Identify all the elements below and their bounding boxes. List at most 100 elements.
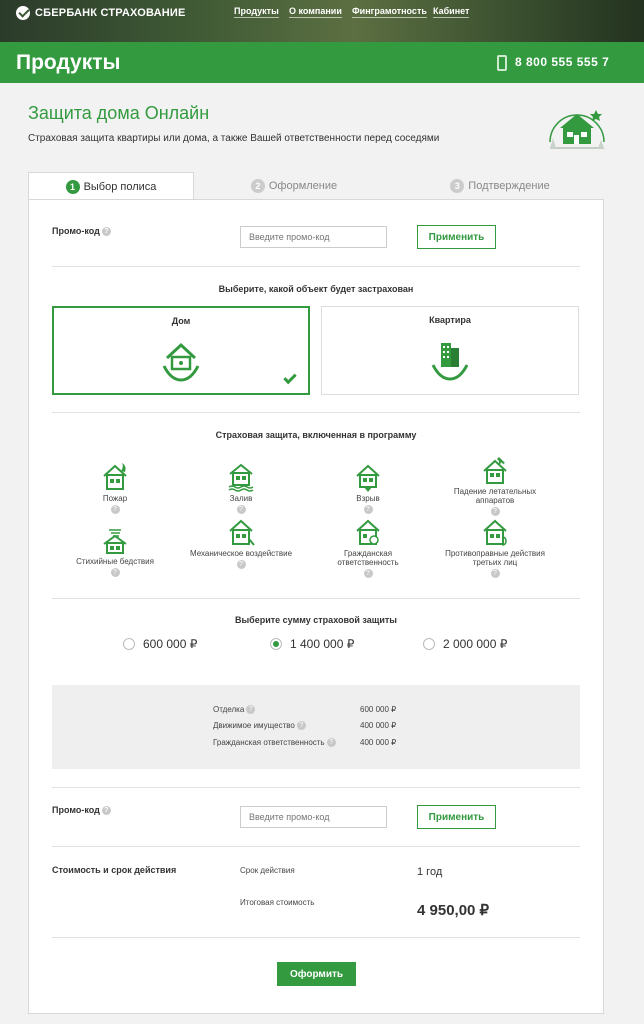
object-option-house[interactable]: Дом <box>52 306 310 395</box>
help-icon[interactable]: ? <box>490 507 500 516</box>
help-icon[interactable]: ? <box>101 806 111 816</box>
breakdown-label-text: Отделка <box>213 705 245 714</box>
risk-label: Противоправные действия третьих лиц <box>445 549 545 567</box>
tab-registration[interactable]: 2 Оформление <box>250 172 338 200</box>
object-option-apartment[interactable]: Квартира <box>321 306 579 395</box>
help-icon[interactable]: ? <box>363 569 373 578</box>
step-number: 3 <box>450 179 465 193</box>
help-icon[interactable]: ? <box>110 568 120 577</box>
product-subtitle: Страховая защита квартиры или дома, а та… <box>28 133 440 144</box>
phone-icon <box>497 55 507 71</box>
sum-option-1400000[interactable]: 1 400 000 ₽ <box>270 637 354 651</box>
radio-button[interactable] <box>423 638 435 650</box>
help-icon[interactable]: ? <box>326 738 336 748</box>
nav-products[interactable]: Продукты <box>234 6 279 18</box>
risk-fire: Пожар ? <box>60 462 170 514</box>
mechanical-house-icon <box>229 519 255 546</box>
help-icon[interactable]: ? <box>110 505 120 514</box>
nav-about[interactable]: О компании <box>289 6 342 18</box>
promo-label: Промо-код? <box>52 226 111 237</box>
fire-house-icon <box>103 463 127 490</box>
explosion-house-icon <box>356 464 380 492</box>
breakdown-value: 600 000 ₽ <box>360 705 397 714</box>
storm-house-icon <box>103 529 127 554</box>
divider <box>52 266 580 267</box>
help-icon[interactable]: ? <box>246 705 256 715</box>
promo-label: Промо-код? <box>52 805 111 816</box>
risk-label: Залив <box>229 494 253 503</box>
risk-natural-disaster: Стихийные бедствия ? <box>60 525 170 577</box>
house-icon <box>162 342 200 382</box>
phone-number[interactable]: 8 800 555 555 7 <box>515 55 609 69</box>
total-label: Итоговая стоимость <box>240 898 315 907</box>
risk-label: Гражданская ответственность <box>337 549 399 567</box>
breakdown-label-text: Движимое имущество <box>213 721 295 730</box>
risk-label: Механическое воздействие <box>189 549 293 558</box>
tab-confirmation[interactable]: 3 Подтверждение <box>448 172 552 200</box>
radio-button[interactable] <box>123 638 135 650</box>
help-icon[interactable]: ? <box>236 505 246 514</box>
flood-house-icon <box>228 463 254 492</box>
object-name: Дом <box>171 316 191 326</box>
aircraft-house-icon <box>483 457 507 484</box>
divider <box>52 937 580 938</box>
risk-label: Падение летательных аппаратов <box>453 487 537 505</box>
sum-option-600000[interactable]: 600 000 ₽ <box>123 637 197 651</box>
risk-illegal-actions: Противоправные действия третьих лиц ? <box>440 517 550 578</box>
coverage-section-title: Страховая защита, включенная в программу <box>215 430 417 440</box>
sum-section-title: Выберите сумму страховой защиты <box>234 615 397 625</box>
apartment-building-icon <box>431 343 469 381</box>
object-section-title: Выберите, какой объект будет застрахован <box>218 284 414 294</box>
breakdown-value: 400 000 ₽ <box>360 738 397 747</box>
tab-label: Выбор полиса <box>83 180 157 193</box>
submit-button[interactable]: Оформить <box>277 962 356 986</box>
tab-policy-choice[interactable]: 1 Выбор полиса <box>28 172 194 200</box>
help-icon[interactable]: ? <box>363 505 373 514</box>
tab-label: Оформление <box>268 180 338 192</box>
cost-label: Стоимость и срок действия <box>52 865 177 875</box>
sum-label: 600 000 ₽ <box>143 637 198 651</box>
risk-mechanical: Механическое воздействие ? <box>186 517 296 569</box>
radio-button-selected[interactable] <box>270 638 282 650</box>
help-icon[interactable]: ? <box>101 227 111 237</box>
help-icon[interactable]: ? <box>236 560 246 569</box>
breakdown-label: Отделка? <box>213 705 256 715</box>
risk-label: Стихийные бедствия <box>76 557 154 566</box>
sum-option-2000000[interactable]: 2 000 000 ₽ <box>423 637 507 651</box>
risk-aircraft: Падение летательных аппаратов ? <box>440 455 550 516</box>
top-navigation: СБЕРБАНК СТРАХОВАНИЕ Продукты О компании… <box>0 0 644 42</box>
term-label: Срок действия <box>240 866 295 875</box>
brand-name: СБЕРБАНК СТРАХОВАНИЕ <box>35 7 186 19</box>
tab-label: Подтверждение <box>468 180 550 192</box>
divider <box>52 598 580 599</box>
promo-code-input-2[interactable] <box>240 806 387 828</box>
coverage-breakdown <box>52 685 580 769</box>
promo-label-text: Промо-код <box>52 805 100 815</box>
product-title: Защита дома Онлайн <box>28 103 210 123</box>
apply-promo-button[interactable]: Применить <box>417 225 496 249</box>
risk-label: Взрыв <box>356 494 380 503</box>
breakdown-label: Движимое имущество? <box>213 721 306 731</box>
help-icon[interactable]: ? <box>296 721 306 731</box>
nav-fin-literacy[interactable]: Финграмотность <box>352 6 427 18</box>
breakdown-label-text: Гражданская ответственность <box>213 738 325 747</box>
apply-promo-button-2[interactable]: Применить <box>417 805 496 829</box>
page-title: Продукты <box>16 51 121 74</box>
breakdown-value: 400 000 ₽ <box>360 721 397 730</box>
divider <box>52 787 580 788</box>
sum-label: 1 400 000 ₽ <box>290 637 355 651</box>
liability-house-icon <box>356 519 380 545</box>
brand-logo[interactable]: СБЕРБАНК СТРАХОВАНИЕ <box>16 5 186 21</box>
total-price: 4 950,00 ₽ <box>417 902 490 919</box>
illegal-house-icon <box>483 519 507 546</box>
promo-code-input[interactable] <box>240 226 387 248</box>
step-number: 2 <box>250 179 265 193</box>
selected-check-icon <box>283 370 297 385</box>
step-number: 1 <box>65 179 80 194</box>
promo-label-text: Промо-код <box>52 226 100 236</box>
nav-cabinet[interactable]: Кабинет <box>433 6 470 18</box>
sum-label: 2 000 000 ₽ <box>443 637 508 651</box>
help-icon[interactable]: ? <box>490 569 500 578</box>
home-insurance-badge-icon <box>549 110 605 149</box>
risk-liability: Гражданская ответственность ? <box>313 517 423 578</box>
